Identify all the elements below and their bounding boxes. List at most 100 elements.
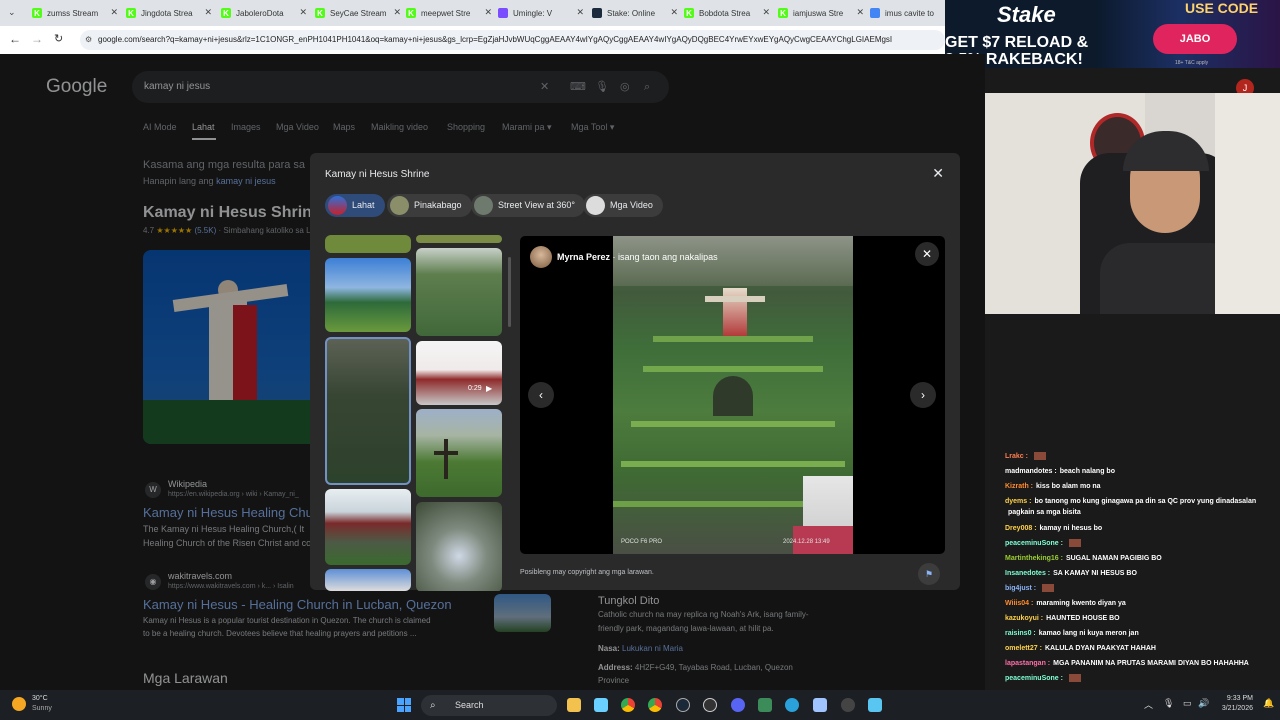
reload-icon[interactable]: ↻	[54, 32, 63, 45]
thumbnail-image[interactable]	[416, 409, 502, 497]
play-icon: ▶	[486, 384, 493, 393]
tab-label: meepwet Stre	[421, 8, 471, 18]
thumbnail-image[interactable]	[325, 258, 411, 332]
notification-bell-icon[interactable]: 🔔	[1263, 698, 1274, 709]
thumbnail-image-selected[interactable]	[325, 337, 411, 485]
report-flag-icon[interactable]: ⚑	[918, 563, 940, 585]
stake-ad-banner[interactable]: Stake GET $7 RELOAD & 3.5% RAKEBACK! USE…	[945, 0, 1280, 68]
chat-username[interactable]: omelett27 :	[1005, 645, 1042, 652]
weather-temp[interactable]: 30°C	[32, 695, 48, 702]
modal-close-icon[interactable]: ✕	[932, 165, 944, 182]
volume-icon[interactable]: 🔊	[1198, 698, 1209, 709]
app-icon[interactable]	[758, 698, 772, 712]
tab-close-icon[interactable]: ✕	[576, 7, 584, 18]
chat-username[interactable]: Drey008 :	[1005, 525, 1037, 532]
browser-tab[interactable]: Umingle: V ✕	[494, 3, 586, 23]
site-info-icon[interactable]: ⚙	[85, 30, 92, 50]
browser-tab[interactable]: K Jingdota Strea ✕	[122, 3, 214, 23]
tab-label: iamjuswa Stre	[793, 8, 844, 18]
thumbnail-image[interactable]	[416, 248, 502, 336]
thumbnail-image[interactable]	[325, 489, 411, 565]
chat-message: Drey008 : kamay ni hesus bo	[1005, 524, 1102, 534]
chat-username[interactable]: Kizrath :	[1005, 483, 1033, 490]
tab-close-icon[interactable]: ✕	[299, 7, 307, 18]
chat-message: kazukoyui : HAUNTED HOUSE BO	[1005, 614, 1120, 624]
browser-tab[interactable]: Kiamjuswa Stre ✕	[774, 3, 866, 23]
chrome-icon[interactable]	[621, 698, 635, 712]
viewer-close-icon[interactable]: ✕	[915, 242, 939, 266]
obs-icon[interactable]	[703, 698, 717, 712]
browser-tab[interactable]: Kzumss Stream ✕	[28, 3, 120, 23]
notepad-icon[interactable]	[868, 698, 882, 712]
chat-text: kamao lang ni kuya meron jan	[1038, 630, 1139, 637]
chat-username[interactable]: dyems :	[1005, 498, 1031, 505]
browser-tab[interactable]: K JaboleroDota ✕	[217, 3, 309, 23]
app-icon[interactable]	[841, 698, 855, 712]
thumbnail-image[interactable]	[416, 502, 502, 591]
ad-fine-print: 18+ T&C apply	[1175, 60, 1209, 66]
chat-username[interactable]: peaceminuSone :	[1005, 540, 1063, 547]
steam-icon[interactable]	[676, 698, 690, 712]
chat-username[interactable]: Lrakc :	[1005, 453, 1028, 460]
app-icon[interactable]	[594, 698, 608, 712]
tab-favicon-icon	[498, 8, 508, 18]
chat-message: Wiiis04 : maraming kwento diyan ya	[1005, 599, 1126, 609]
browser-tab[interactable]: Stake: Online ✕	[588, 3, 680, 23]
browser-tab[interactable]: K Bobdota Strea ✕	[680, 3, 772, 23]
tab-favicon-icon: K	[315, 8, 325, 18]
thumbnail-list[interactable]: 0:29 ▶	[324, 235, 514, 591]
tab-close-icon[interactable]: ✕	[110, 7, 118, 18]
chat-emote-icon	[1068, 539, 1081, 548]
back-icon[interactable]: ←	[9, 32, 21, 46]
tab-close-icon[interactable]: ✕	[204, 7, 212, 18]
tab-search-icon[interactable]: ⌄	[8, 7, 16, 18]
chat-username[interactable]: Insanedotes :	[1005, 570, 1050, 577]
browser-tab[interactable]: K SeyCae Stream ✕	[311, 3, 403, 23]
chip-pinakabago[interactable]: Pinakabago	[387, 194, 472, 217]
taskbar-search[interactable]: ⌕ Search	[421, 695, 557, 716]
thumbnail-image[interactable]	[325, 235, 411, 253]
chat-username[interactable]: kazukoyui :	[1005, 615, 1043, 622]
forward-icon[interactable]: →	[31, 32, 43, 46]
chrome-icon[interactable]	[648, 698, 662, 712]
weather-icon	[12, 697, 26, 711]
chat-username[interactable]: peaceminuSone :	[1005, 675, 1063, 682]
tab-close-icon[interactable]: ✕	[393, 7, 401, 18]
thumbnail-scrollbar[interactable]	[508, 257, 511, 327]
prev-image-icon[interactable]: ‹	[528, 382, 554, 408]
tab-close-icon[interactable]: ✕	[762, 7, 770, 18]
promo-code-button[interactable]: JABO	[1153, 24, 1237, 54]
tab-close-icon[interactable]: ✕	[670, 7, 678, 18]
tab-close-icon[interactable]: ✕	[856, 7, 864, 18]
file-explorer-icon[interactable]	[567, 698, 581, 712]
browser-tab[interactable]: Kmeepwet Stre ✕	[402, 3, 494, 23]
browser-tab[interactable]: imus cavite to	[866, 3, 945, 23]
url-field[interactable]: ⚙ google.com/search?q=kamay+ni+jesus&rlz…	[80, 30, 945, 50]
network-icon[interactable]: ▭	[1183, 698, 1192, 709]
chip-street-view[interactable]: Street View at 360°	[471, 194, 585, 217]
thumbnail-image[interactable]	[325, 569, 411, 591]
tab-label: Bobdota Strea	[699, 8, 751, 18]
thumbnail-video[interactable]: 0:29 ▶	[416, 341, 502, 405]
chat-username[interactable]: Martintheking16 :	[1005, 555, 1063, 562]
chat-username[interactable]: madmandotes :	[1005, 468, 1057, 475]
main-photo[interactable]: POCO F6 PRO 2024.12.28 13:49	[613, 236, 853, 554]
chip-mga-video[interactable]: Mga Video	[583, 194, 663, 217]
chat-username[interactable]: raisins0 :	[1005, 630, 1036, 637]
chat-username[interactable]: big4just :	[1005, 585, 1036, 592]
clock-time[interactable]: 9:33 PM	[1223, 695, 1253, 702]
telegram-icon[interactable]	[785, 698, 799, 712]
discord-icon[interactable]	[731, 698, 745, 712]
chat-username[interactable]: Wiiis04 :	[1005, 600, 1033, 607]
app-icon[interactable]	[813, 698, 827, 712]
tab-favicon-icon: K	[221, 8, 231, 18]
next-image-icon[interactable]: ›	[910, 382, 936, 408]
mic-tray-icon[interactable]: 🎙	[1163, 698, 1174, 709]
tab-close-icon[interactable]: ✕	[484, 7, 492, 18]
tray-chevron-icon[interactable]: ︿	[1144, 698, 1153, 711]
start-button-icon[interactable]	[397, 698, 411, 712]
chip-lahat[interactable]: Lahat	[325, 194, 385, 217]
chat-text: bo tanong mo kung ginagawa pa din sa QC …	[1034, 498, 1257, 505]
chat-username[interactable]: lapastangan :	[1005, 660, 1050, 667]
thumbnail-image[interactable]	[416, 235, 502, 243]
